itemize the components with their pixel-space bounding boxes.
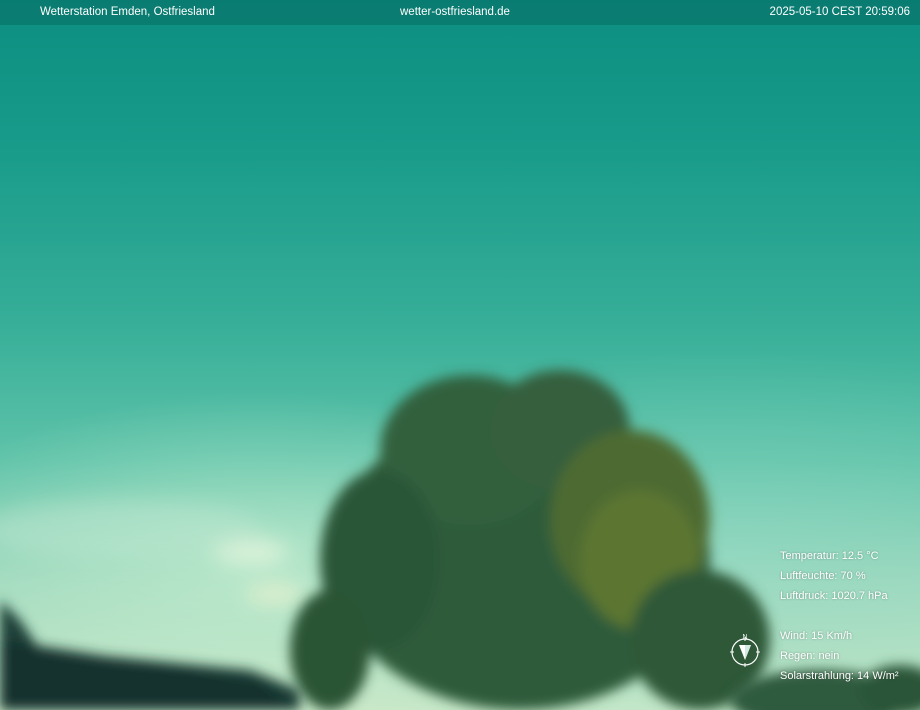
tree [290, 370, 770, 710]
wind-reading: Wind: 15 Km/h [780, 630, 853, 642]
readings-spacer [780, 606, 920, 626]
humidity-reading: Luftfeuchte: 70 % [780, 570, 866, 582]
temperature-reading: Temperatur: 12.5 °C [780, 550, 879, 562]
info-banner: Wetterstation Emden, Ostfriesland wetter… [0, 0, 920, 25]
weather-readings: Temperatur: 12.5 °C Luftfeuchte: 70 % Lu… [780, 546, 920, 686]
timestamp: 2025-05-10 CEST 20:59:06 [769, 6, 910, 18]
webcam-frame: Wetterstation Emden, Ostfriesland wetter… [0, 0, 920, 710]
website-label: wetter-ostfriesland.de [400, 6, 510, 18]
station-name: Wetterstation Emden, Ostfriesland [40, 6, 215, 18]
pressure-reading: Luftdruck: 1020.7 hPa [780, 590, 888, 602]
clouds [0, 500, 305, 604]
rain-reading: Regen: nein [780, 650, 840, 662]
solar-reading: Solarstrahlung: 14 W/m² [780, 670, 899, 682]
rooftop [0, 600, 300, 710]
compass-icon: N [730, 634, 760, 667]
